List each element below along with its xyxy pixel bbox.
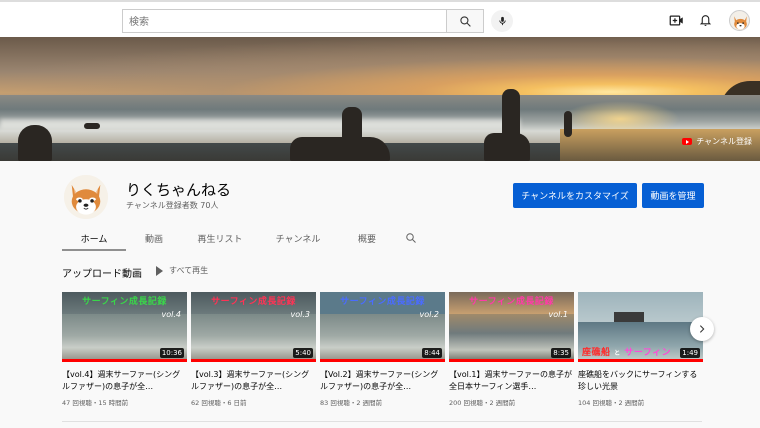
thumb-vol: vol.3 <box>290 310 310 319</box>
channel-banner: チャンネル登録 <box>0 37 760 161</box>
search-icon <box>406 233 416 243</box>
section-divider <box>62 421 702 422</box>
video-thumbnail[interactable]: サーフィン成長記録 vol.4 10:36 <box>62 292 187 362</box>
create-video-icon <box>669 15 683 25</box>
mic-icon <box>498 16 506 26</box>
channel-avatar[interactable] <box>64 175 108 219</box>
subscriber-count: チャンネル登録者数 70人 <box>126 201 219 210</box>
channel-search-button[interactable] <box>396 225 426 251</box>
play-icon <box>156 265 163 276</box>
video-duration: 8:35 <box>551 348 571 358</box>
channel-tabs: ホーム 動画 再生リスト チャンネル 概要 <box>62 225 426 251</box>
uploads-title[interactable]: アップロード動画 <box>62 265 142 280</box>
video-meta: 47 回視聴・15 時間前 <box>62 399 129 407</box>
watch-progress <box>62 359 187 362</box>
video-title[interactable]: 【vol.3】週末サーファー(シングルファザー)の息子が全… <box>191 369 316 393</box>
channel-name: りくちゃんねる <box>126 181 232 199</box>
create-button[interactable] <box>667 11 685 29</box>
video-duration: 10:36 <box>159 348 184 358</box>
search-button[interactable] <box>446 9 484 33</box>
video-shelf: サーフィン成長記録 vol.4 10:36 【vol.4】週末サーファー(シング… <box>62 292 703 407</box>
account-avatar[interactable] <box>729 10 750 31</box>
chevron-right-icon <box>699 325 705 333</box>
watch-progress <box>449 359 574 362</box>
banner-subscribe-link[interactable]: チャンネル登録 <box>682 136 752 147</box>
silhouette-figure <box>18 125 52 161</box>
tab-home[interactable]: ホーム <box>62 225 126 251</box>
youtube-logo-icon <box>682 138 693 145</box>
customize-channel-button[interactable]: チャンネルをカスタマイズ <box>513 183 637 208</box>
thumb-title: サーフィン成長記録 <box>340 297 425 307</box>
video-title[interactable]: 【Vol.2】週末サーファー(シングルファザー)の息子が全… <box>320 369 445 393</box>
search-box[interactable] <box>122 9 447 34</box>
tab-playlists[interactable]: 再生リスト <box>182 225 258 251</box>
thumb-title: サーフィン成長記録 <box>82 297 167 307</box>
video-card[interactable]: サーフィン成長記録 vol.3 5:40 【vol.3】週末サーファー(シングル… <box>191 292 316 407</box>
banner-sky <box>0 37 760 99</box>
shelf-next-button[interactable] <box>690 317 714 341</box>
video-meta: 83 回視聴・2 週間前 <box>320 399 383 407</box>
thumb-vol: vol.1 <box>548 310 568 319</box>
thumb-title-2: サーフィン <box>624 348 672 358</box>
manage-videos-button[interactable]: 動画を管理 <box>642 183 704 208</box>
thumb-and: と <box>614 350 621 357</box>
video-card[interactable]: サーフィン成長記録 vol.4 10:36 【vol.4】週末サーファー(シング… <box>62 292 187 407</box>
thumb-title: サーフィン成長記録 <box>469 297 554 307</box>
search-icon <box>459 15 471 27</box>
video-duration: 8:44 <box>422 348 442 358</box>
tab-channels[interactable]: チャンネル <box>258 225 338 251</box>
banner-subscribe-label: チャンネル登録 <box>696 137 752 146</box>
video-card[interactable]: サーフィン成長記録 vol.1 8:35 【vol.1】週末サーファーの息子が全… <box>449 292 574 407</box>
video-meta: 62 回視聴・6 日前 <box>191 399 247 407</box>
video-thumbnail[interactable]: サーフィン成長記録 vol.3 5:40 <box>191 292 316 362</box>
ship-silhouette <box>614 312 644 322</box>
video-duration: 1:49 <box>680 348 700 358</box>
shiba-avatar-icon <box>734 16 747 30</box>
masthead <box>0 0 760 37</box>
rider-silhouette <box>342 107 362 141</box>
video-title[interactable]: 【vol.4】週末サーファー(シングルファザー)の息子が全… <box>62 369 187 393</box>
video-title[interactable]: 【vol.1】週末サーファーの息子が全日本サーフィン選手… <box>449 369 574 393</box>
watch-progress <box>320 359 445 362</box>
video-meta: 104 回視聴・2 週間前 <box>578 399 645 407</box>
rider-silhouette-2 <box>502 89 520 137</box>
watch-progress <box>191 359 316 362</box>
notifications-button[interactable] <box>696 11 714 29</box>
video-duration: 5:40 <box>293 348 313 358</box>
video-thumbnail[interactable]: 座礁船 と サーフィン 1:49 <box>578 292 703 362</box>
thumb-title: サーフィン成長記録 <box>211 297 296 307</box>
shiba-avatar-icon <box>64 175 108 219</box>
bell-icon <box>699 15 711 26</box>
video-title[interactable]: 座礁船をバックにサーフィンする珍しい光景 <box>578 369 703 393</box>
search-input[interactable] <box>123 11 447 34</box>
video-card[interactable]: サーフィン成長記録 vol.2 8:44 【Vol.2】週末サーファー(シングル… <box>320 292 445 407</box>
tab-videos[interactable]: 動画 <box>126 225 182 251</box>
thumb-caption: 座礁船 と サーフィン <box>582 345 671 358</box>
channel-content: アップロード動画 すべて再生 サーフィン成長記録 vol.4 10:36 【vo… <box>0 251 760 428</box>
person-silhouette <box>564 111 572 137</box>
horse-silhouette <box>290 137 390 161</box>
video-thumbnail[interactable]: サーフィン成長記録 vol.1 8:35 <box>449 292 574 362</box>
thumb-vol: vol.2 <box>419 310 439 319</box>
watch-progress <box>578 359 703 362</box>
play-all-label: すべて再生 <box>169 266 209 275</box>
play-all-button[interactable]: すべて再生 <box>156 265 208 276</box>
voice-search-button[interactable] <box>491 10 513 32</box>
surfer-silhouette <box>84 123 100 129</box>
video-thumbnail[interactable]: サーフィン成長記録 vol.2 8:44 <box>320 292 445 362</box>
tab-about[interactable]: 概要 <box>338 225 396 251</box>
thumb-title: 座礁船 <box>582 348 611 358</box>
video-meta: 200 回視聴・2 週間前 <box>449 399 516 407</box>
horse-silhouette-2 <box>484 133 530 161</box>
video-card[interactable]: 座礁船 と サーフィン 1:49 座礁船をバックにサーフィンする珍しい光景 10… <box>578 292 703 407</box>
banner-wave-foam <box>0 119 520 129</box>
thumb-vol: vol.4 <box>161 310 181 319</box>
channel-header: りくちゃんねる チャンネル登録者数 70人 チャンネルをカスタマイズ 動画を管理… <box>0 161 760 251</box>
